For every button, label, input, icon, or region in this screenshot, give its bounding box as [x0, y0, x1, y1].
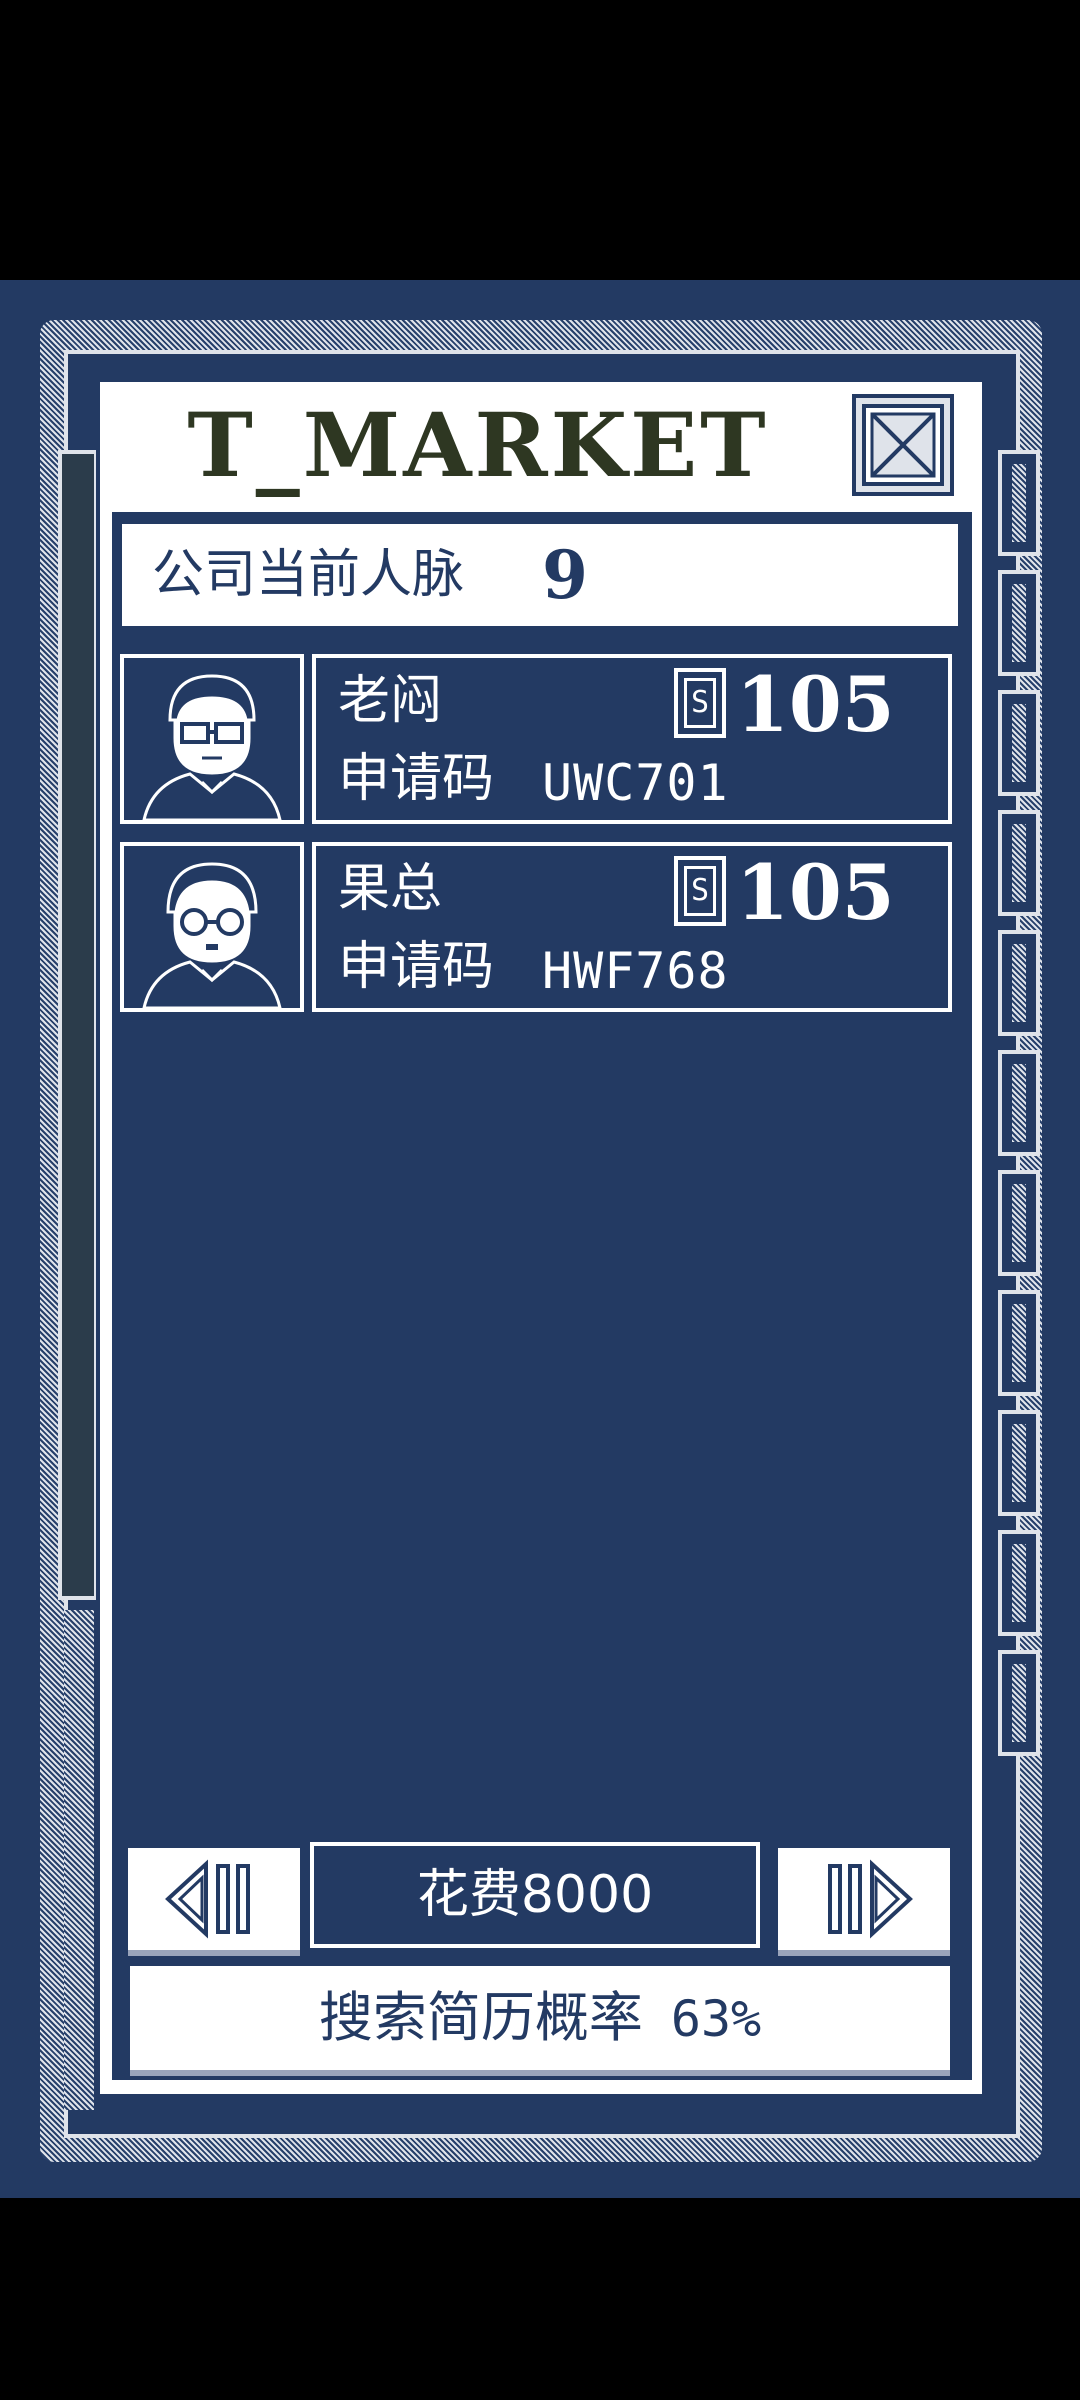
search-probability-bar: 搜索简历概率 63%	[130, 1966, 950, 2070]
window-title: T_MARKET	[187, 393, 769, 497]
right-scroll-rail	[998, 450, 1040, 2100]
candidate-row[interactable]: 老闷 S 105 申请码 UWC701	[120, 654, 960, 824]
rail-segment	[998, 1290, 1040, 1396]
salary-s-icon: S	[674, 668, 726, 738]
rail-segment	[998, 930, 1040, 1036]
search-cost-button[interactable]: 花费8000	[310, 1842, 760, 1948]
contacts-bar: 公司当前人脉 9	[122, 524, 958, 626]
prev-page-button[interactable]	[128, 1848, 300, 1950]
left-rail-pattern	[64, 1610, 94, 2110]
avatar	[120, 842, 304, 1012]
rail-segment	[998, 450, 1040, 556]
application-code: HWF768	[542, 942, 729, 1000]
rail-segment	[998, 1170, 1040, 1276]
probability-value: 63%	[670, 1990, 762, 2048]
probability-label: 搜索简历概率	[318, 1986, 643, 2049]
rail-segment	[998, 810, 1040, 916]
candidate-row[interactable]: 果总 S 105 申请码 HWF768	[120, 842, 960, 1012]
close-button[interactable]	[852, 394, 954, 496]
candidate-name: 果总	[338, 859, 443, 919]
code-label: 申请码	[338, 749, 495, 809]
contacts-label: 公司当前人脉	[152, 545, 465, 605]
cost-label: 花费8000	[416, 1865, 654, 1925]
prev-arrow-icon	[165, 1859, 250, 1939]
left-scroll-rail	[58, 450, 98, 1600]
candidate-salary: 105	[736, 848, 895, 937]
market-panel: T_MARKET 公司当前人脉 9 老闷 S 105 申请码 UWC701 果总…	[96, 378, 986, 2098]
next-arrow-icon	[828, 1859, 913, 1939]
rail-segment	[998, 1410, 1040, 1516]
candidate-info: 老闷 S 105 申请码 UWC701	[312, 654, 952, 824]
avatar	[120, 654, 304, 824]
close-x-icon	[862, 404, 944, 486]
candidate-salary: 105	[736, 660, 895, 749]
contacts-value: 9	[542, 536, 588, 614]
candidate-name: 老闷	[338, 671, 443, 731]
glasses-man-avatar	[142, 674, 282, 820]
round-glasses-man-avatar	[142, 862, 282, 1008]
rail-segment	[998, 1650, 1040, 1756]
candidate-info: 果总 S 105 申请码 HWF768	[312, 842, 952, 1012]
next-page-button[interactable]	[778, 1848, 950, 1950]
application-code: UWC701	[542, 754, 729, 812]
salary-s-icon: S	[674, 856, 726, 926]
game-screen: T_MARKET 公司当前人脉 9 老闷 S 105 申请码 UWC701 果总…	[0, 0, 1080, 2400]
rail-segment	[998, 1530, 1040, 1636]
rail-segment	[998, 690, 1040, 796]
rail-segment	[998, 570, 1040, 676]
code-label: 申请码	[338, 937, 495, 997]
rail-segment	[998, 1050, 1040, 1156]
